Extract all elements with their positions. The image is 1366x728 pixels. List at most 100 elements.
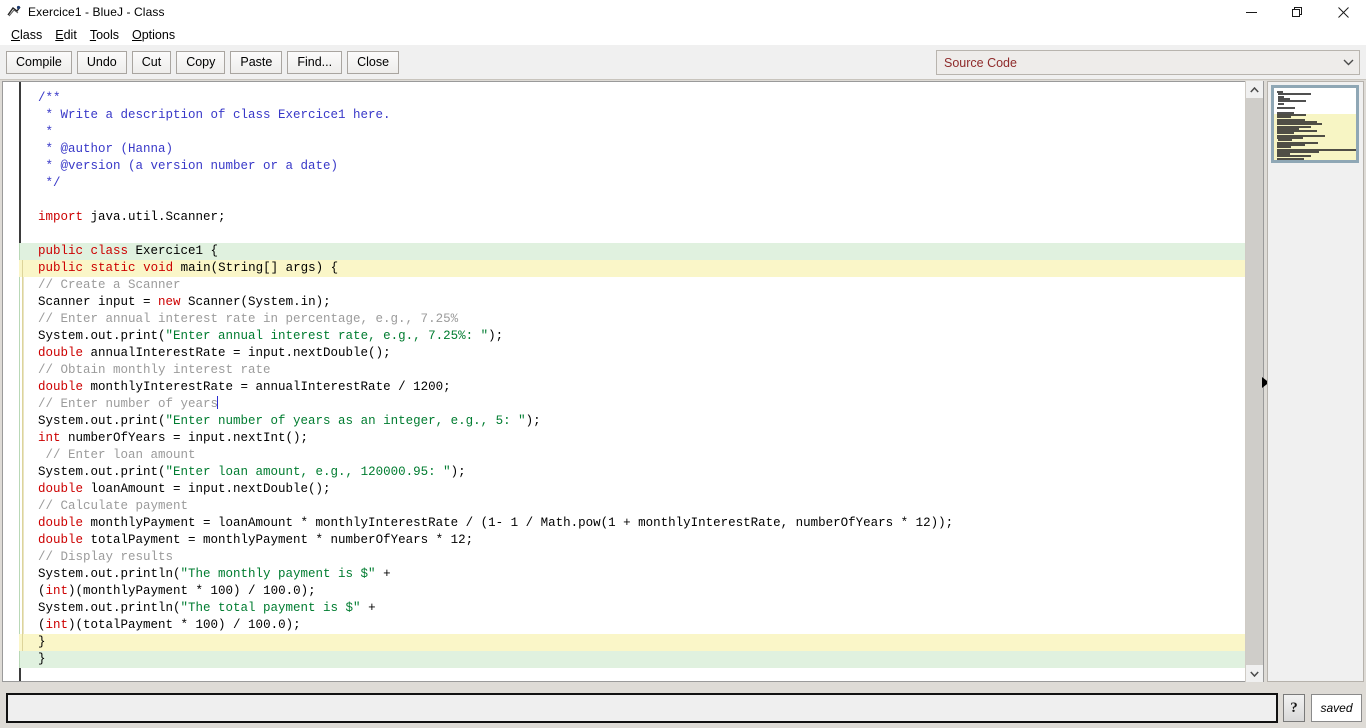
code-line-text: // Enter loan amount bbox=[38, 448, 196, 462]
view-selector-value: Source Code bbox=[944, 55, 1017, 70]
chevron-up-icon[interactable] bbox=[1246, 81, 1263, 98]
undo-button[interactable]: Undo bbox=[76, 50, 127, 74]
code-minimap[interactable] bbox=[1271, 85, 1359, 163]
code-token: "The monthly payment is $" bbox=[180, 567, 376, 581]
code-token: + bbox=[375, 567, 391, 581]
find-button[interactable]: Find... bbox=[287, 50, 343, 74]
code-token: public bbox=[38, 244, 84, 258]
menu-mnemonic: E bbox=[55, 27, 64, 42]
code-token: } bbox=[38, 652, 46, 666]
code-line[interactable] bbox=[19, 226, 1263, 243]
menu-item-edit[interactable]: Edit bbox=[49, 27, 84, 43]
code-line[interactable]: (int)(totalPayment * 100) / 100.0); bbox=[19, 617, 1263, 634]
code-line-text: System.out.print("Enter annual interest … bbox=[38, 329, 503, 343]
code-line[interactable]: double totalPayment = monthlyPayment * n… bbox=[19, 532, 1263, 549]
code-text-area[interactable]: /** * Write a description of class Exerc… bbox=[19, 82, 1263, 681]
status-badge: saved bbox=[1311, 694, 1362, 722]
code-line-text: double loanAmount = input.nextDouble(); bbox=[38, 482, 331, 496]
code-token: // Obtain monthly interest rate bbox=[38, 363, 271, 377]
code-line-text: int numberOfYears = input.nextInt(); bbox=[38, 431, 308, 445]
code-line[interactable]: // Calculate payment bbox=[19, 498, 1263, 515]
code-line[interactable]: * Write a description of class Exercice1… bbox=[19, 107, 1263, 124]
code-line[interactable]: /** bbox=[19, 90, 1263, 107]
code-line-text: (int)(totalPayment * 100) / 100.0); bbox=[38, 618, 301, 632]
paste-button[interactable]: Paste bbox=[230, 50, 283, 74]
code-line[interactable]: // Enter number of years bbox=[19, 396, 1263, 413]
code-line-text: double totalPayment = monthlyPayment * n… bbox=[38, 533, 473, 547]
copy-button[interactable]: Copy bbox=[176, 50, 226, 74]
code-token: double bbox=[38, 533, 84, 547]
code-line[interactable]: Scanner input = new Scanner(System.in); bbox=[19, 294, 1263, 311]
compile-button[interactable]: Compile bbox=[6, 50, 72, 74]
editor-message-field[interactable] bbox=[6, 693, 1278, 723]
view-selector-combobox[interactable]: Source Code bbox=[936, 50, 1360, 75]
code-token: numberOfYears = input.nextInt(); bbox=[60, 431, 309, 445]
code-token: } bbox=[38, 635, 46, 649]
window-titlebar: Exercice1 - BlueJ - Class bbox=[0, 0, 1366, 24]
code-line[interactable]: public static void main(String[] args) { bbox=[19, 260, 1263, 277]
code-line[interactable]: System.out.println("The total payment is… bbox=[19, 600, 1263, 617]
code-token: "The total payment is $" bbox=[180, 601, 361, 615]
code-line-text: System.out.println("The monthly payment … bbox=[38, 567, 391, 581]
code-token: Scanner(System.in); bbox=[180, 295, 331, 309]
help-button[interactable]: ? bbox=[1283, 694, 1305, 722]
code-line[interactable]: import java.util.Scanner; bbox=[19, 209, 1263, 226]
code-line[interactable]: } bbox=[19, 651, 1263, 668]
code-line[interactable]: // Create a Scanner bbox=[19, 277, 1263, 294]
scope-fill bbox=[23, 549, 1263, 566]
code-line[interactable]: double monthlyPayment = loanAmount * mon… bbox=[19, 515, 1263, 532]
code-line[interactable]: double annualInterestRate = input.nextDo… bbox=[19, 345, 1263, 362]
menu-item-options[interactable]: Options bbox=[126, 27, 182, 43]
code-line[interactable]: * bbox=[19, 124, 1263, 141]
code-token: // Calculate payment bbox=[38, 499, 189, 513]
code-line-text: * Write a description of class Exercice1… bbox=[38, 108, 391, 122]
window-restore-button[interactable] bbox=[1274, 0, 1320, 24]
code-line-text: * @author (Hanna) bbox=[38, 142, 174, 156]
window-minimize-button[interactable] bbox=[1228, 0, 1274, 24]
code-line[interactable]: * @version (a version number or a date) bbox=[19, 158, 1263, 175]
code-line-text: } bbox=[38, 635, 46, 649]
menu-item-class[interactable]: Class bbox=[5, 27, 49, 43]
code-line-text: * @version (a version number or a date) bbox=[38, 159, 339, 173]
code-token: ( bbox=[38, 584, 46, 598]
code-line[interactable] bbox=[19, 192, 1263, 209]
code-line[interactable]: */ bbox=[19, 175, 1263, 192]
chevron-down-icon[interactable] bbox=[1246, 665, 1263, 682]
code-line[interactable]: // Obtain monthly interest rate bbox=[19, 362, 1263, 379]
code-line-text: (int)(monthlyPayment * 100) / 100.0); bbox=[38, 584, 316, 598]
code-line-text: } bbox=[38, 652, 46, 666]
code-line[interactable]: } bbox=[19, 634, 1263, 651]
code-line[interactable]: * @author (Hanna) bbox=[19, 141, 1263, 158]
code-line[interactable]: public class Exercice1 { bbox=[19, 243, 1263, 260]
code-token: main(String[] args) { bbox=[173, 261, 339, 275]
scope-fill bbox=[23, 277, 1263, 294]
close-button[interactable]: Close bbox=[347, 50, 400, 74]
code-line[interactable]: double monthlyInterestRate = annualInter… bbox=[19, 379, 1263, 396]
code-line[interactable]: System.out.print("Enter number of years … bbox=[19, 413, 1263, 430]
window-close-button[interactable] bbox=[1320, 0, 1366, 24]
menu-mnemonic: O bbox=[132, 27, 142, 42]
scope-fill bbox=[23, 498, 1263, 515]
menu-item-tools[interactable]: Tools bbox=[84, 27, 126, 43]
naviview-panel[interactable] bbox=[1267, 81, 1364, 682]
code-line-text: double monthlyPayment = loanAmount * mon… bbox=[38, 516, 953, 530]
code-line[interactable]: System.out.print("Enter annual interest … bbox=[19, 328, 1263, 345]
code-line[interactable]: System.out.print("Enter loan amount, e.g… bbox=[19, 464, 1263, 481]
window-title: Exercice1 - BlueJ - Class bbox=[28, 5, 165, 19]
code-line[interactable]: // Enter loan amount bbox=[19, 447, 1263, 464]
code-line[interactable]: System.out.println("The monthly payment … bbox=[19, 566, 1263, 583]
code-line[interactable]: // Display results bbox=[19, 549, 1263, 566]
code-line-text: // Calculate payment bbox=[38, 499, 188, 513]
code-line[interactable]: int numberOfYears = input.nextInt(); bbox=[19, 430, 1263, 447]
code-line[interactable]: (int)(monthlyPayment * 100) / 100.0); bbox=[19, 583, 1263, 600]
cut-button[interactable]: Cut bbox=[131, 50, 172, 74]
source-editor[interactable]: /** * Write a description of class Exerc… bbox=[2, 81, 1264, 682]
code-token: double bbox=[38, 516, 84, 530]
code-token: System.out.print( bbox=[38, 329, 166, 343]
code-token: * @version (a version number or a date) bbox=[38, 159, 339, 173]
code-line-text: System.out.print("Enter loan amount, e.g… bbox=[38, 465, 466, 479]
code-line[interactable]: // Enter annual interest rate in percent… bbox=[19, 311, 1263, 328]
code-line[interactable]: double loanAmount = input.nextDouble(); bbox=[19, 481, 1263, 498]
code-token: )(monthlyPayment * 100) / 100.0); bbox=[68, 584, 316, 598]
